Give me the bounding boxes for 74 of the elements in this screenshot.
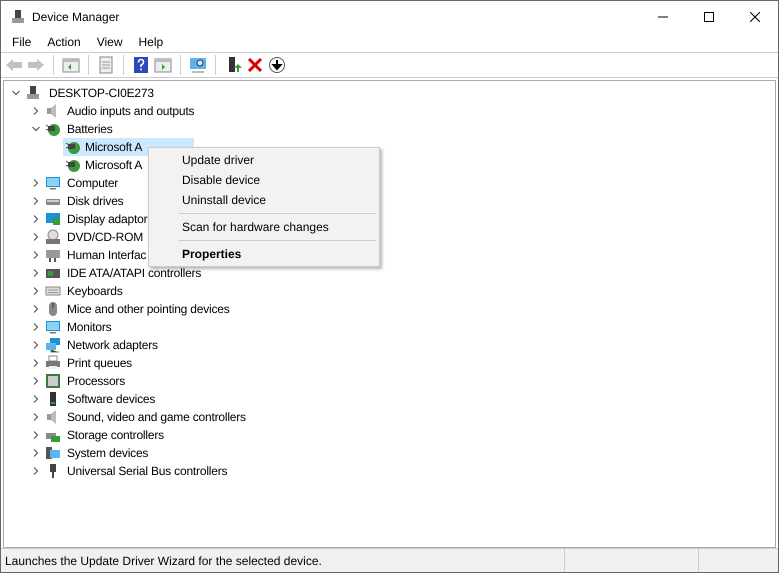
menu-item[interactable]: Action xyxy=(39,32,89,52)
tree-item[interactable]: Universal Serial Bus controllers xyxy=(66,462,228,480)
system-device-icon xyxy=(45,445,61,461)
tree-item[interactable]: Processors xyxy=(66,372,126,390)
computer-tower-icon xyxy=(25,85,41,101)
context-menu-item[interactable]: Disable device xyxy=(149,170,379,190)
expand-chevron-icon[interactable] xyxy=(32,179,40,187)
tree-item[interactable]: Software devices xyxy=(66,390,156,408)
tree-item[interactable]: Print queues xyxy=(66,354,133,372)
context-menu-item[interactable]: Scan for hardware changes xyxy=(149,217,379,237)
expand-chevron-icon[interactable] xyxy=(32,449,40,457)
expand-chevron-icon[interactable] xyxy=(32,305,40,313)
tree-item[interactable]: Monitors xyxy=(66,318,112,336)
collapse-chevron-icon[interactable] xyxy=(32,125,40,133)
expand-chevron-icon[interactable] xyxy=(32,359,40,367)
display-adapter-icon xyxy=(45,211,61,227)
tree-item[interactable]: Keyboards xyxy=(66,282,124,300)
help-icon[interactable] xyxy=(132,56,150,74)
tree-item[interactable]: Display adaptor xyxy=(66,210,148,228)
expand-chevron-icon[interactable] xyxy=(32,107,40,115)
tree-item-label: Microsoft A xyxy=(85,157,142,174)
monitor-scan-icon[interactable] xyxy=(189,56,207,74)
close-icon xyxy=(750,12,760,22)
expand-chevron-icon[interactable] xyxy=(32,431,40,439)
context-menu-item[interactable]: Properties xyxy=(149,244,379,264)
maximize-icon xyxy=(704,12,714,22)
tree-item-label: Microsoft A xyxy=(85,139,142,156)
battery-plug-icon xyxy=(65,139,81,155)
window-title: Device Manager xyxy=(32,8,120,26)
tree-item[interactable]: DESKTOP-CI0E273 xyxy=(49,84,154,102)
expand-chevron-icon[interactable] xyxy=(32,341,40,349)
remove-x-icon[interactable] xyxy=(246,56,264,74)
tree-item[interactable]: Network adapters xyxy=(66,336,159,354)
tree-item[interactable]: DVD/CD-ROM xyxy=(66,228,144,246)
tree-item[interactable]: Disk drives xyxy=(66,192,124,210)
expand-chevron-icon[interactable] xyxy=(32,197,40,205)
expand-chevron-icon[interactable] xyxy=(32,269,40,277)
expand-chevron-icon[interactable] xyxy=(32,251,40,259)
network-icon xyxy=(45,337,61,353)
tree-item[interactable]: Mice and other pointing devices xyxy=(66,300,231,318)
battery-plug-icon xyxy=(65,157,81,173)
console-tree-icon[interactable] xyxy=(62,56,80,74)
expand-chevron-icon[interactable] xyxy=(32,233,40,241)
expand-chevron-icon[interactable] xyxy=(32,323,40,331)
battery-plug-icon xyxy=(45,121,61,137)
properties-sheet-icon[interactable] xyxy=(97,56,115,74)
show-action-pane-icon[interactable] xyxy=(154,56,172,74)
tree-item[interactable]: Computer xyxy=(66,174,120,192)
processor-icon xyxy=(45,373,61,389)
collapse-chevron-icon[interactable] xyxy=(12,89,20,97)
tree-item[interactable]: Sound, video and game controllers xyxy=(66,408,247,426)
context-menu-item[interactable]: Uninstall device xyxy=(149,190,379,210)
tree-item[interactable]: IDE ATA/ATAPI controllers xyxy=(66,264,202,282)
expand-chevron-icon[interactable] xyxy=(32,377,40,385)
menu-item[interactable]: File xyxy=(4,32,40,52)
expand-chevron-icon[interactable] xyxy=(32,287,40,295)
menu-item[interactable]: Help xyxy=(130,32,172,52)
computer-tower-icon xyxy=(10,8,26,24)
tree-item[interactable]: Batteries xyxy=(66,120,114,138)
download-circle-icon[interactable] xyxy=(268,56,286,74)
monitor-icon xyxy=(45,175,61,191)
tree-item[interactable]: Audio inputs and outputs xyxy=(66,102,196,120)
printer-icon xyxy=(45,355,61,371)
expand-chevron-icon[interactable] xyxy=(32,395,40,403)
disc-drive-icon xyxy=(45,229,61,245)
menu-item[interactable]: View xyxy=(88,32,130,52)
expand-chevron-icon[interactable] xyxy=(32,413,40,421)
tree-item[interactable]: System devices xyxy=(66,444,150,462)
expand-chevron-icon[interactable] xyxy=(32,215,40,223)
monitor-icon xyxy=(45,319,61,335)
tree-item[interactable]: Human Interfac xyxy=(66,246,148,264)
tree-item[interactable]: Storage controllers xyxy=(66,426,165,444)
expand-chevron-icon[interactable] xyxy=(32,467,40,475)
status-text: Launches the Update Driver Wizard for the selected device. xyxy=(4,552,323,570)
